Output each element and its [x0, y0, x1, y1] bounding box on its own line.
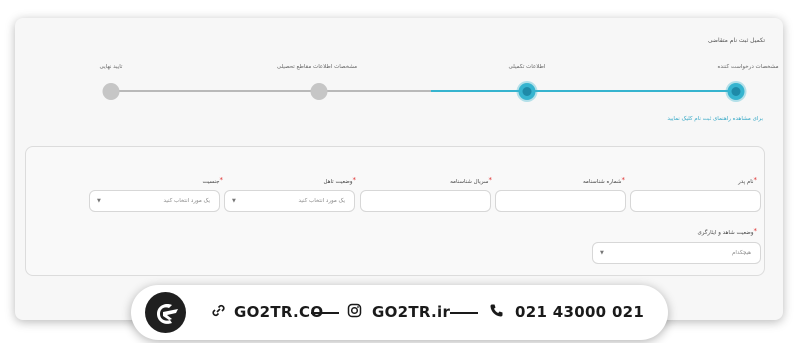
chevron-down-icon: ▼ — [97, 198, 101, 204]
marital-status-label: *وضعیت تاهل — [323, 176, 357, 185]
instagram-icon — [347, 303, 363, 322]
step-label-1: مشخصات درخواست کننده — [717, 64, 779, 70]
instagram-link[interactable]: GO2TR.ir — [347, 302, 450, 322]
phone-text: 021 43000 021 — [515, 303, 645, 321]
instagram-text: GO2TR.ir — [372, 303, 451, 321]
step-label-4: تایید نهایی — [99, 64, 123, 70]
id-number-label: *شماره شناسنامه — [582, 176, 626, 185]
step-track-inactive — [111, 90, 431, 92]
step-label-3: مشخصات اطلاعات مقاطع تحصیلی — [276, 64, 358, 70]
step-dot-1[interactable] — [727, 83, 745, 100]
father-name-label: *نام پدر — [738, 176, 758, 185]
separator — [450, 312, 478, 314]
gender-label: *جنسیت — [202, 176, 224, 185]
id-serial-label: *سریال شناسنامه — [450, 176, 493, 185]
phone-icon — [489, 303, 505, 322]
step-track-active — [431, 90, 736, 92]
registration-card: تکمیل ثبت نام متقاضی مشخصات درخواست کنند… — [15, 18, 783, 320]
contact-bar: GO2TR.CO GO2TR.ir 021 43000 021 — [131, 285, 668, 340]
required-mark: * — [352, 176, 357, 184]
chevron-down-icon: ▼ — [232, 198, 236, 204]
website-text: GO2TR.CO — [234, 303, 324, 321]
step-dot-4[interactable] — [102, 83, 120, 100]
veteran-status-select[interactable]: هیچکدام ▼ — [592, 242, 761, 264]
step-dot-2[interactable] — [518, 83, 536, 100]
id-number-input[interactable] — [495, 190, 626, 212]
website-link[interactable]: GO2TR.CO — [211, 302, 323, 322]
required-mark: * — [753, 176, 758, 184]
phone-link[interactable]: 021 43000 021 — [489, 302, 644, 322]
veteran-status-label: *وضعیت شاهد و ایثارگری — [697, 227, 758, 236]
logo-icon — [145, 292, 186, 333]
chevron-down-icon: ▼ — [600, 250, 604, 256]
required-mark: * — [219, 176, 224, 184]
marital-status-select[interactable]: یک مورد انتخاب کنید ▼ — [224, 190, 355, 212]
gender-select[interactable]: یک مورد انتخاب کنید ▼ — [89, 190, 220, 212]
link-icon — [211, 303, 227, 322]
father-name-input[interactable] — [630, 190, 761, 212]
separator — [311, 312, 339, 314]
form-panel: *نام پدر *شماره شناسنامه *سریال شناسنامه… — [25, 146, 765, 276]
required-mark: * — [621, 176, 626, 184]
page-title: تکمیل ثبت نام متقاضی — [707, 37, 765, 44]
registration-guide-link[interactable]: برای مشاهده راهنمای ثبت نام کلیک نمایید — [667, 116, 763, 122]
required-mark: * — [488, 176, 493, 184]
required-mark: * — [753, 227, 758, 235]
step-dot-3[interactable] — [310, 83, 328, 100]
step-label-2: اطلاعات تکمیلی — [508, 64, 546, 70]
id-serial-input[interactable] — [360, 190, 491, 212]
